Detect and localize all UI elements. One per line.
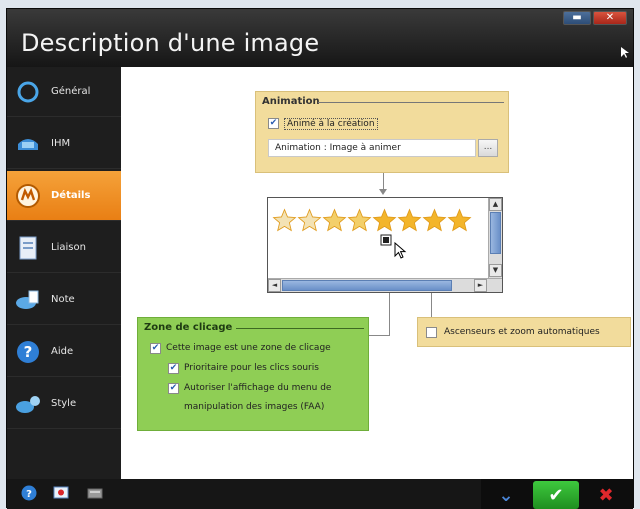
window-controls: ▬ ✕ (563, 11, 627, 25)
screen-icon[interactable] (53, 485, 69, 501)
horizontal-scroll-thumb[interactable] (282, 280, 452, 291)
stars-row (272, 208, 472, 233)
star-icon (272, 208, 297, 232)
window-icon (15, 131, 41, 157)
image-menu-checkbox-label-line2: manipulation des images (FAA) (184, 402, 325, 412)
minimize-icon: ▬ (572, 12, 582, 23)
help-icon: ? (15, 339, 41, 365)
style-icon (15, 391, 41, 417)
ok-button[interactable]: ✔ (533, 481, 579, 509)
scroll-right-arrow[interactable]: ► (474, 279, 487, 292)
svg-text:?: ? (24, 343, 33, 361)
sidebar: Général IHM Détails Liaison Note ? Aide … (7, 67, 139, 479)
sidebar-item-general[interactable]: Général (7, 67, 121, 117)
content-area: Animation ✔ Animé à la création Animatio… (121, 67, 633, 479)
dialog-buttons: ⌄ ✔ ✖ (481, 479, 633, 509)
mouse-pointer-icon (394, 242, 407, 259)
sidebar-item-label: Aide (51, 346, 74, 357)
panel-divider (318, 102, 504, 103)
cursor-icon (621, 47, 629, 58)
animated-checkbox-label: Animé à la création (284, 118, 378, 130)
vertical-scroll-thumb[interactable] (490, 212, 501, 254)
svg-text:?: ? (26, 489, 32, 500)
star-icon (297, 208, 322, 232)
vertical-scrollbar[interactable]: ▲ ▼ (488, 198, 502, 278)
image-preview: ▲ ▼ ◄ ► (267, 197, 503, 293)
panel-divider (236, 328, 364, 329)
sidebar-item-note[interactable]: Note (7, 275, 121, 325)
document-icon (15, 235, 41, 261)
close-button[interactable]: ✕ (593, 11, 627, 25)
checkmark-icon: ✔ (169, 383, 178, 393)
star-icon (447, 208, 472, 232)
cancel-button[interactable]: ✖ (583, 481, 629, 509)
mouse-priority-checkbox-label: Prioritaire pour les clics souris (184, 363, 319, 373)
star-icon (397, 208, 422, 232)
details-icon (15, 183, 41, 209)
scroll-up-arrow[interactable]: ▲ (489, 198, 502, 211)
star-icon (372, 208, 397, 232)
auto-scroll-checkbox[interactable] (426, 327, 437, 338)
star-icon (347, 208, 372, 232)
browse-button[interactable]: ... (478, 139, 498, 157)
connector-arrow (379, 189, 387, 195)
help-icon[interactable]: ? (21, 485, 37, 501)
sidebar-item-details[interactable]: Détails (7, 171, 139, 221)
title-bar: Description d'une image ▬ ✕ (7, 9, 633, 67)
star-icon (322, 208, 347, 232)
animated-checkbox[interactable]: ✔ (268, 118, 279, 129)
checkmark-icon: ✔ (169, 363, 178, 373)
click-zone-panel-title: Zone de clicage (144, 322, 233, 333)
click-zone-checkbox[interactable]: ✔ (150, 343, 161, 354)
sidebar-item-style[interactable]: Style (7, 379, 121, 429)
scroll-left-arrow[interactable]: ◄ (268, 279, 281, 292)
sidebar-item-label: Général (51, 86, 91, 97)
sidebar-item-ihm[interactable]: IHM (7, 119, 121, 169)
star-icon (422, 208, 447, 232)
close-icon: ✖ (598, 484, 614, 506)
animation-field[interactable]: Animation : Image à animer (268, 139, 476, 157)
sidebar-item-label: Style (51, 398, 77, 409)
sidebar-item-liaison[interactable]: Liaison (7, 223, 121, 273)
checkmark-icon: ✔ (151, 343, 160, 353)
sidebar-item-label: Détails (51, 190, 91, 201)
image-menu-checkbox-label: Autoriser l'affichage du menu de (184, 383, 332, 393)
click-zone-checkbox-label: Cette image est une zone de clicage (166, 343, 331, 353)
note-icon (15, 287, 41, 313)
ring-icon (15, 79, 41, 105)
checkmark-icon: ✔ (548, 484, 564, 506)
sidebar-item-label: Note (51, 294, 75, 305)
auto-scroll-panel: Ascenseurs et zoom automatiques (417, 317, 631, 347)
mouse-priority-checkbox[interactable]: ✔ (168, 363, 179, 374)
sidebar-item-aide[interactable]: ? Aide (7, 327, 121, 377)
window-title: Description d'une image (21, 29, 320, 57)
sidebar-item-label: IHM (51, 138, 71, 149)
description-window: Description d'une image ▬ ✕ Général IHM … (6, 8, 634, 509)
down-button[interactable]: ⌄ (483, 481, 529, 509)
auto-scroll-checkbox-label: Ascenseurs et zoom automatiques (444, 327, 600, 337)
connector-line (369, 335, 390, 336)
keyboard-icon[interactable] (87, 485, 103, 501)
animation-panel-title: Animation (262, 96, 320, 107)
sidebar-item-label: Liaison (51, 242, 86, 253)
horizontal-scrollbar[interactable]: ◄ ► (268, 278, 502, 292)
close-icon: ✕ (605, 12, 615, 23)
chevron-down-icon: ⌄ (498, 484, 514, 506)
connector-line (431, 293, 432, 317)
animation-panel: Animation ✔ Animé à la création Animatio… (255, 91, 509, 173)
scroll-down-arrow[interactable]: ▼ (489, 264, 502, 277)
checkmark-icon: ✔ (269, 118, 278, 128)
click-zone-panel: Zone de clicage ✔ Cette image est une zo… (137, 317, 369, 431)
handle-icon[interactable] (380, 234, 392, 246)
minimize-button[interactable]: ▬ (563, 11, 591, 25)
image-menu-checkbox[interactable]: ✔ (168, 383, 179, 394)
bottom-bar: ? ⌄ ✔ ✖ (7, 479, 633, 509)
